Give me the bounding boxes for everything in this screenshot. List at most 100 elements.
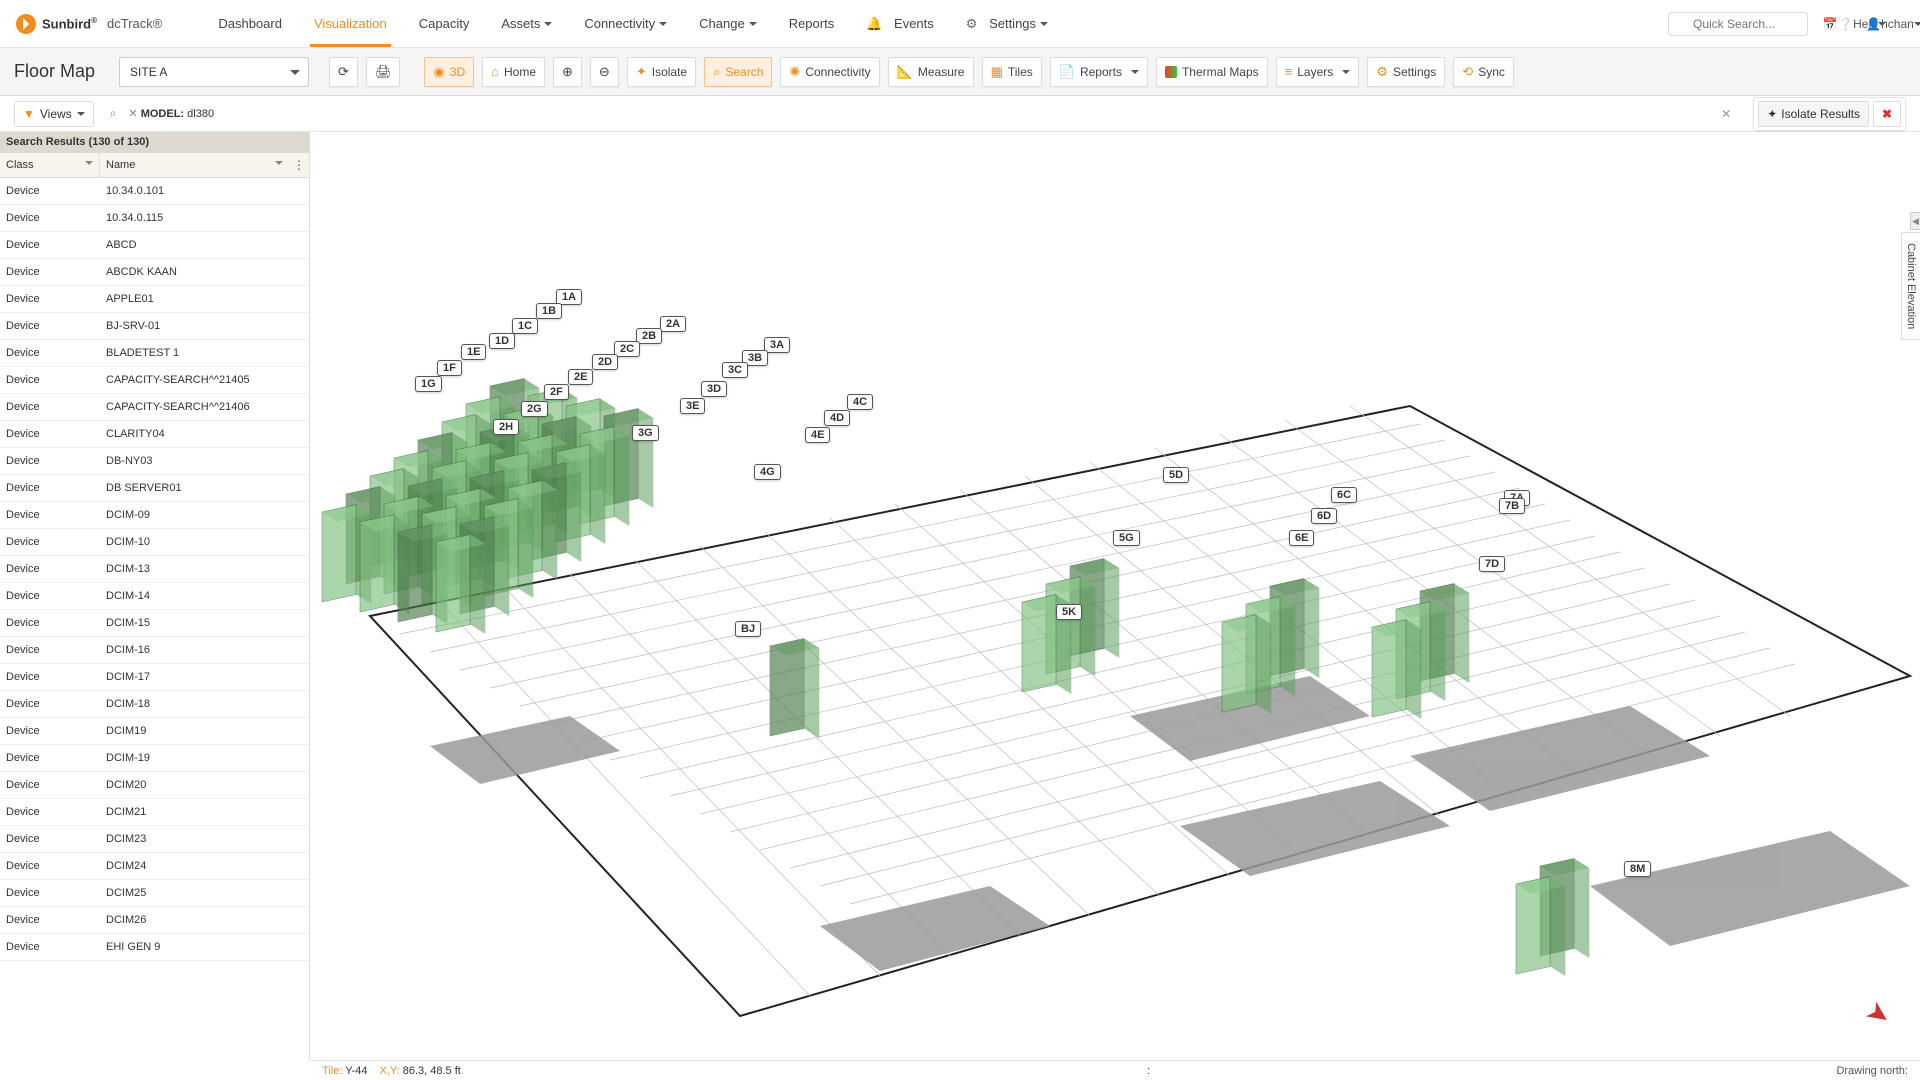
nav-assets[interactable]: Assets [485, 1, 568, 47]
table-row[interactable]: Device10.34.0.101 [0, 178, 309, 205]
sync-button[interactable]: ⟲Sync [1453, 57, 1514, 87]
table-row[interactable]: DeviceDCIM20 [0, 772, 309, 799]
table-row[interactable]: Device10.34.0.115 [0, 205, 309, 232]
clear-search-icon[interactable]: ✕ [1715, 105, 1737, 123]
isolate-button[interactable]: ✦Isolate [627, 57, 696, 87]
nav-connectivity[interactable]: Connectivity [568, 1, 683, 47]
reports-button[interactable]: 📄Reports [1050, 57, 1148, 87]
cabinet-label[interactable]: 1D [489, 333, 515, 349]
cabinet-label[interactable]: 1E [461, 344, 486, 360]
layers-button[interactable]: ≡Layers [1276, 57, 1360, 87]
table-row[interactable]: DeviceBJ-SRV-01 [0, 313, 309, 340]
cabinet-label[interactable]: 7D [1479, 556, 1505, 572]
isolate-results-button[interactable]: ✦Isolate Results [1758, 101, 1869, 127]
cabinet-elevation-tab[interactable]: Cabinet Elevation [1901, 232, 1920, 340]
table-row[interactable]: DeviceDCIM24 [0, 853, 309, 880]
table-row[interactable]: DeviceDCIM-18 [0, 691, 309, 718]
table-row[interactable]: DeviceDCIM-16 [0, 637, 309, 664]
cabinet-label[interactable]: 2D [592, 354, 618, 370]
table-row[interactable]: DeviceDCIM19 [0, 718, 309, 745]
zoom-in-button[interactable]: ⊕ [553, 57, 582, 87]
nav-capacity[interactable]: Capacity [403, 1, 486, 47]
cabinet-label[interactable]: 2A [660, 316, 686, 332]
search-button[interactable]: ⌕Search [704, 57, 772, 87]
print-button[interactable]: 🖨 [366, 57, 401, 87]
table-row[interactable]: DeviceDCIM-10 [0, 529, 309, 556]
cabinet-label[interactable]: 2G [521, 401, 548, 417]
cabinet-label[interactable]: 2H [493, 419, 519, 435]
table-row[interactable]: DeviceCAPACITY-SEARCH^^21406 [0, 394, 309, 421]
cabinet-label[interactable]: 5G [1113, 530, 1140, 546]
table-row[interactable]: DeviceDCIM-13 [0, 556, 309, 583]
home-button[interactable]: ⌂Home [482, 57, 545, 87]
nav-events[interactable]: 🔔 Events [850, 1, 950, 47]
cabinet-label[interactable]: BJ [735, 621, 761, 637]
cabinet-label[interactable]: 1C [512, 318, 538, 334]
cabinet-label[interactable]: 5K [1056, 604, 1082, 620]
results-grid-body[interactable]: Device10.34.0.101Device10.34.0.115Device… [0, 178, 309, 1060]
col-class[interactable]: Class [0, 153, 100, 177]
cabinet-label[interactable]: 4C [847, 394, 873, 410]
table-row[interactable]: DeviceDCIM-14 [0, 583, 309, 610]
connectivity-button[interactable]: ✺Connectivity [780, 57, 879, 87]
table-row[interactable]: DeviceDCIM23 [0, 826, 309, 853]
table-row[interactable]: DeviceABCDK KAAN [0, 259, 309, 286]
table-row[interactable]: DeviceABCD [0, 232, 309, 259]
thermal-button[interactable]: Thermal Maps [1156, 57, 1268, 87]
model-search[interactable]: ⌕ ✕ MODEL: dl380 ✕ [102, 100, 1746, 128]
table-row[interactable]: DeviceDCIM25 [0, 880, 309, 907]
cabinet-label[interactable]: 2E [568, 369, 593, 385]
col-menu-icon[interactable]: ⋮ [289, 158, 309, 172]
views-dropdown[interactable]: ▼Views [14, 101, 94, 127]
table-row[interactable]: DeviceCLARITY04 [0, 421, 309, 448]
user-dropdown[interactable]: 👤 hchan [1884, 14, 1904, 34]
cabinet-label[interactable]: 3C [722, 362, 748, 378]
cabinet-label[interactable]: 4E [805, 427, 830, 443]
isolate-close-button[interactable]: ✖ [1873, 101, 1901, 127]
nav-dashboard[interactable]: Dashboard [202, 1, 298, 47]
cabinet-label[interactable]: 2C [614, 341, 640, 357]
table-row[interactable]: DeviceDB-NY03 [0, 448, 309, 475]
table-row[interactable]: DeviceDCIM-09 [0, 502, 309, 529]
sidepanel-expand-handle[interactable]: ◀ [1910, 212, 1920, 230]
global-search-input[interactable] [1668, 12, 1808, 36]
cabinet-label[interactable]: 5D [1163, 467, 1189, 483]
floor-viewport[interactable]: 1A1B1C1D1E1F1G2A2B2C2D2E2F2G2H3A3B3C3D3E… [310, 132, 1920, 1060]
cabinet-label[interactable]: 3G [632, 425, 659, 441]
table-row[interactable]: DeviceCAPACITY-SEARCH^^21405 [0, 367, 309, 394]
nav-settings[interactable]: ⚙ Settings [950, 1, 1064, 47]
settings-button[interactable]: ⚙Settings [1367, 57, 1445, 87]
cabinet-label[interactable]: 8M [1624, 861, 1651, 877]
cabinet-label[interactable]: 4G [754, 464, 781, 480]
table-row[interactable]: DeviceDCIM-15 [0, 610, 309, 637]
nav-change[interactable]: Change [683, 1, 773, 47]
site-select[interactable]: SITE A [119, 57, 309, 87]
cabinet-label[interactable]: 1F [437, 360, 462, 376]
table-row[interactable]: DeviceDCIM-17 [0, 664, 309, 691]
zoom-out-button[interactable]: ⊖ [590, 57, 619, 87]
table-row[interactable]: DeviceDCIM21 [0, 799, 309, 826]
cabinet-label[interactable]: 1B [536, 303, 562, 319]
tiles-button[interactable]: ▦Tiles [982, 57, 1042, 87]
cabinet-label[interactable]: 3E [680, 398, 705, 414]
cabinet-label[interactable]: 3A [764, 337, 790, 353]
cabinet-label[interactable]: 1G [415, 376, 442, 392]
cabinet-label[interactable]: 7B [1499, 498, 1525, 514]
table-row[interactable]: DeviceDCIM26 [0, 907, 309, 934]
measure-button[interactable]: 📐Measure [888, 57, 974, 87]
calendar-icon[interactable]: 📅 [1820, 14, 1840, 34]
cabinet-label[interactable]: 6E [1289, 530, 1314, 546]
cabinet-label[interactable]: 2F [544, 384, 569, 400]
table-row[interactable]: DeviceBLADETEST 1 [0, 340, 309, 367]
nav-reports[interactable]: Reports [773, 1, 851, 47]
nav-visualization[interactable]: Visualization [298, 1, 403, 47]
table-row[interactable]: DeviceDCIM-19 [0, 745, 309, 772]
cabinet-label[interactable]: 6D [1311, 508, 1337, 524]
table-row[interactable]: DeviceDB SERVER01 [0, 475, 309, 502]
cabinet-label[interactable]: 3D [701, 381, 727, 397]
refresh-button[interactable]: ⟳ [329, 57, 358, 87]
threeD-button[interactable]: ◉3D [424, 57, 474, 87]
cabinet-label[interactable]: 2B [636, 328, 662, 344]
table-row[interactable]: DeviceAPPLE01 [0, 286, 309, 313]
table-row[interactable]: DeviceEHI GEN 9 [0, 934, 309, 961]
